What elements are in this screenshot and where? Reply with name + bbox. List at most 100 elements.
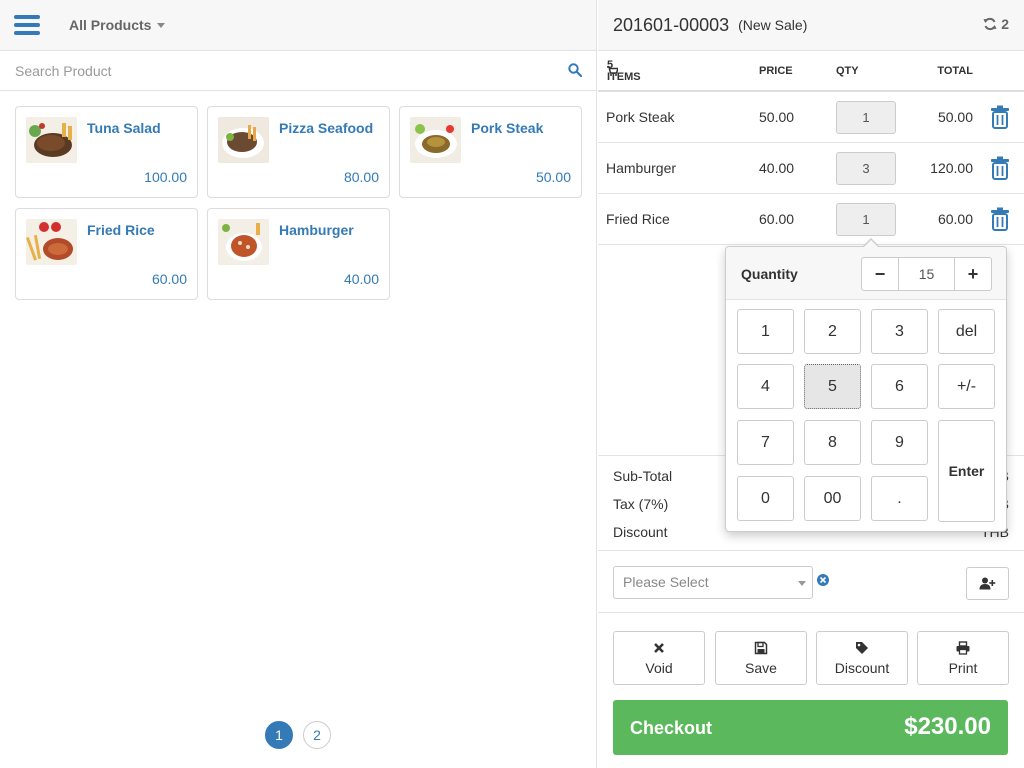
product-panel: All Products Tuna Salad 100.00 Pizza Sea…: [0, 0, 597, 768]
product-price: 80.00: [343, 169, 379, 185]
key-9[interactable]: 9: [871, 420, 928, 465]
refresh-icon: [983, 17, 997, 31]
item-name: Fried Rice: [606, 211, 670, 227]
product-card[interactable]: Hamburger 40.00: [207, 208, 390, 300]
add-user-icon: [979, 577, 996, 590]
product-image: [218, 117, 269, 163]
category-dropdown[interactable]: All Products: [69, 17, 166, 33]
qty-column: QTY: [836, 64, 859, 77]
item-name: Pork Steak: [606, 109, 675, 125]
price-column: PRICE: [759, 64, 793, 77]
items-count: 5 ITEMS: [607, 58, 641, 83]
discount-label: Discount: [834, 660, 890, 676]
search-input[interactable]: [15, 62, 535, 79]
sync-button[interactable]: 2: [983, 16, 1009, 32]
product-card[interactable]: Pork Steak 50.00: [399, 106, 582, 198]
cart-row: Pork Steak 50.00 1 50.00: [598, 92, 1024, 143]
key-8[interactable]: 8: [804, 420, 861, 465]
popover-header: Quantity − 15 +: [726, 247, 1006, 300]
caret-down-icon: [157, 22, 166, 28]
tax-label: Tax (7%): [613, 496, 669, 512]
cart-column-header: 5 ITEMS PRICE QTY TOTAL: [598, 51, 1024, 92]
close-icon: [654, 643, 664, 653]
sale-number: 201601-00003: [613, 14, 730, 35]
product-name: Hamburger: [279, 222, 354, 238]
key-1[interactable]: 1: [737, 309, 794, 354]
trash-icon[interactable]: [990, 105, 1010, 129]
key-6[interactable]: 6: [871, 364, 928, 409]
item-price: 50.00: [759, 109, 795, 125]
item-price: 60.00: [759, 211, 795, 227]
items-column: 5 ITEMS: [607, 59, 641, 83]
product-image: [26, 219, 77, 265]
quantity-title: Quantity: [741, 266, 798, 282]
item-qty-button[interactable]: 3: [836, 152, 896, 185]
product-price: 60.00: [151, 271, 187, 287]
enter-button[interactable]: Enter: [938, 420, 995, 522]
key-sign[interactable]: +/-: [938, 364, 995, 409]
product-name: Tuna Salad: [87, 120, 161, 136]
product-name: Fried Rice: [87, 222, 155, 238]
key-decimal[interactable]: .: [871, 476, 928, 521]
key-5[interactable]: 5: [804, 364, 861, 409]
product-card[interactable]: Pizza Seafood 80.00: [207, 106, 390, 198]
item-total: 120.00: [930, 160, 973, 176]
search-icon[interactable]: [568, 63, 582, 77]
page-1-button[interactable]: 1: [265, 721, 293, 749]
item-qty-button[interactable]: 1: [836, 101, 896, 134]
page-2-button[interactable]: 2: [303, 721, 331, 749]
floppy-icon: [754, 641, 768, 655]
decrement-button[interactable]: −: [862, 258, 898, 290]
printer-icon: [956, 641, 970, 655]
product-price: 50.00: [535, 169, 571, 185]
save-button[interactable]: Save: [715, 631, 807, 685]
key-2[interactable]: 2: [804, 309, 861, 354]
customer-placeholder: Please Select: [623, 574, 709, 590]
product-card[interactable]: Fried Rice 60.00: [15, 208, 198, 300]
quantity-stepper: − 15 +: [861, 257, 992, 291]
increment-button[interactable]: +: [955, 258, 991, 290]
checkout-button[interactable]: Checkout $230.00: [613, 700, 1008, 755]
clear-icon[interactable]: [817, 574, 829, 586]
product-image: [218, 219, 269, 265]
void-label: Void: [645, 660, 673, 676]
total-column: TOTAL: [937, 64, 973, 77]
key-4[interactable]: 4: [737, 364, 794, 409]
quantity-value[interactable]: 15: [898, 258, 955, 290]
product-name: Pork Steak: [471, 120, 544, 136]
product-price: 100.00: [144, 169, 187, 185]
item-qty-button[interactable]: 1: [836, 203, 896, 236]
cart-row: Fried Rice 60.00 1 60.00: [598, 194, 1024, 245]
product-price: 40.00: [343, 271, 379, 287]
pagination: 1 2: [265, 721, 331, 749]
product-card[interactable]: Tuna Salad 100.00: [15, 106, 198, 198]
print-button[interactable]: Print: [917, 631, 1009, 685]
product-toolbar: All Products: [0, 0, 596, 51]
item-price: 40.00: [759, 160, 795, 176]
checkout-total: $230.00: [904, 713, 991, 740]
key-00[interactable]: 00: [804, 476, 861, 521]
menu-icon[interactable]: [14, 15, 40, 35]
item-total: 50.00: [937, 109, 973, 125]
void-button[interactable]: Void: [613, 631, 705, 685]
customer-select[interactable]: Please Select: [613, 566, 813, 599]
key-del[interactable]: del: [938, 309, 995, 354]
discount-button[interactable]: Discount: [816, 631, 908, 685]
sync-count: 2: [1001, 16, 1009, 32]
subtotal-label: Sub-Total: [613, 468, 673, 484]
item-total: 60.00: [937, 211, 973, 227]
sale-header: 201601-00003 (New Sale) 2: [598, 0, 1024, 51]
item-name: Hamburger: [606, 160, 677, 176]
key-3[interactable]: 3: [871, 309, 928, 354]
trash-icon[interactable]: [990, 156, 1010, 180]
cart-row: Hamburger 40.00 3 120.00: [598, 143, 1024, 194]
key-0[interactable]: 0: [737, 476, 794, 521]
sale-status: (New Sale): [738, 17, 808, 33]
trash-icon[interactable]: [990, 207, 1010, 231]
add-customer-button[interactable]: [966, 567, 1009, 600]
quantity-popover: Quantity − 15 + 1 2 3 del 4 5 6 +/- 7 8 …: [725, 238, 1007, 532]
caret-down-icon: [798, 581, 806, 586]
product-image: [26, 117, 77, 163]
key-7[interactable]: 7: [737, 420, 794, 465]
print-label: Print: [948, 660, 978, 676]
